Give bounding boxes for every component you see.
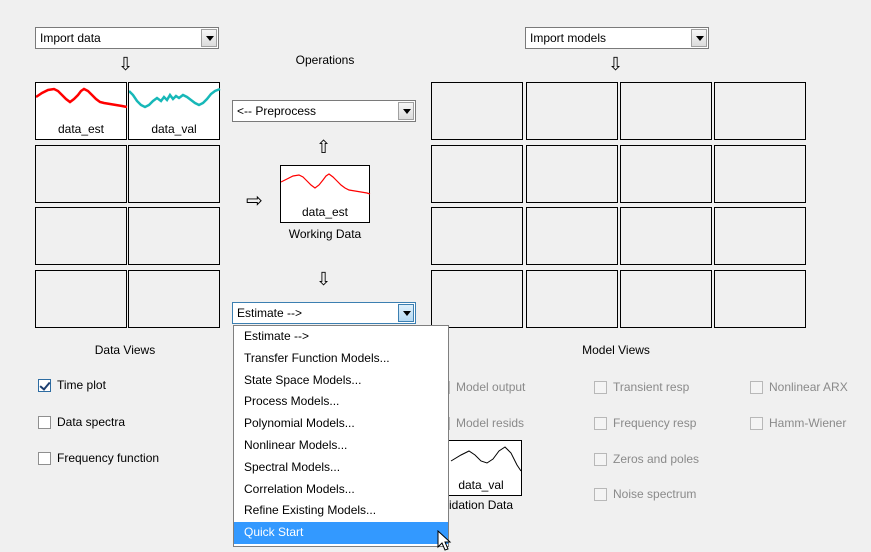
import-data-value: Import data <box>40 31 101 45</box>
working-data-signal-icon <box>281 173 371 195</box>
time-plot-checkbox[interactable] <box>38 378 51 392</box>
data-tile-empty[interactable] <box>128 207 220 265</box>
time-plot-checkbox-row[interactable]: Time plot <box>38 376 106 394</box>
model-tile-empty[interactable] <box>714 207 806 265</box>
model-tile-empty[interactable] <box>620 145 712 203</box>
data-tile-empty[interactable] <box>35 207 127 265</box>
data-spectra-checkbox[interactable] <box>38 415 51 429</box>
model-views-title: Model Views <box>582 343 650 357</box>
data-tile-data-est[interactable]: data_est <box>35 82 128 140</box>
checkbox-label: Frequency function <box>57 451 160 465</box>
zeros-and-poles-checkbox-row[interactable]: Zeros and poles <box>594 450 699 468</box>
model-resids-checkbox-row[interactable]: Model resids <box>437 414 524 432</box>
model-tile-empty[interactable] <box>431 145 523 203</box>
arrow-down-icon: ⇩ <box>316 269 332 289</box>
checkbox-label: Model resids <box>456 416 525 430</box>
checkbox-label: Transient resp <box>613 380 690 394</box>
data-est-signal-icon <box>36 87 128 109</box>
preprocess-dropdown[interactable]: <-- Preprocess <box>232 100 416 122</box>
data-tile-empty[interactable] <box>128 270 220 328</box>
frequency-function-checkbox-row[interactable]: Frequency function <box>38 449 159 467</box>
data-tile-empty[interactable] <box>35 145 127 203</box>
menu-item-process-models[interactable]: Process Models... <box>234 391 448 413</box>
nonlinear-arx-checkbox-row[interactable]: Nonlinear ARX <box>750 378 848 396</box>
estimate-value: Estimate --> <box>237 306 303 320</box>
frequency-resp-checkbox-row[interactable]: Frequency resp <box>594 414 696 432</box>
transient-resp-checkbox[interactable] <box>594 380 607 394</box>
menu-item-refine-existing-models[interactable]: Refine Existing Models... <box>234 500 448 522</box>
checkbox-label: Hamm-Wiener <box>769 416 847 430</box>
data-spectra-checkbox-row[interactable]: Data spectra <box>38 413 125 431</box>
nonlinear-arx-checkbox[interactable] <box>750 380 763 394</box>
frequency-function-checkbox[interactable] <box>38 451 51 465</box>
menu-item-estimate[interactable]: Estimate --> <box>234 326 448 348</box>
zeros-and-poles-checkbox[interactable] <box>594 452 607 466</box>
menu-item-quick-start[interactable]: Quick Start <box>234 522 448 544</box>
noise-spectrum-checkbox[interactable] <box>594 487 607 501</box>
arrow-down-icon: ⇩ <box>118 54 134 74</box>
model-tile-empty[interactable] <box>620 82 712 140</box>
menu-item-polynomial-models[interactable]: Polynomial Models... <box>234 413 448 435</box>
chevron-down-icon[interactable] <box>201 29 217 47</box>
preprocess-value: <-- Preprocess <box>237 104 317 118</box>
working-data-label: data_est <box>301 205 349 219</box>
hamm-wiener-checkbox-row[interactable]: Hamm-Wiener <box>750 414 846 432</box>
working-data-caption: Working Data <box>288 227 362 241</box>
checkbox-label: Zeros and poles <box>613 452 700 466</box>
checkbox-label: Frequency resp <box>613 416 697 430</box>
model-tile-empty[interactable] <box>526 145 618 203</box>
menu-item-correlation-models[interactable]: Correlation Models... <box>234 479 448 501</box>
menu-item-spectral-models[interactable]: Spectral Models... <box>234 457 448 479</box>
estimate-menu[interactable]: Estimate --> Transfer Function Models...… <box>233 325 449 547</box>
import-models-value: Import models <box>530 31 607 45</box>
chevron-down-icon[interactable] <box>691 29 707 47</box>
model-tile-empty[interactable] <box>620 270 712 328</box>
noise-spectrum-checkbox-row[interactable]: Noise spectrum <box>594 485 696 503</box>
import-models-dropdown[interactable]: Import models <box>525 27 709 49</box>
operations-title: Operations <box>295 53 355 67</box>
transient-resp-checkbox-row[interactable]: Transient resp <box>594 378 689 396</box>
model-output-checkbox-row[interactable]: Model output <box>437 378 525 396</box>
data-tile-empty[interactable] <box>128 145 220 203</box>
checkbox-label: Nonlinear ARX <box>769 380 848 394</box>
data-views-title: Data Views <box>94 343 156 357</box>
model-tile-empty[interactable] <box>714 270 806 328</box>
validation-data-label: data_val <box>458 478 504 492</box>
model-tile-empty[interactable] <box>431 270 523 328</box>
arrow-right-icon: ⇨ <box>246 190 263 212</box>
estimate-dropdown[interactable]: Estimate --> <box>232 302 416 324</box>
menu-item-transfer-function-models[interactable]: Transfer Function Models... <box>234 348 448 370</box>
checkbox-label: Time plot <box>57 378 106 392</box>
data-tile-label: data_val <box>151 122 197 136</box>
data-tile-empty[interactable] <box>35 270 127 328</box>
model-tile-empty[interactable] <box>431 207 523 265</box>
arrow-up-icon: ⇧ <box>316 137 332 157</box>
model-tile-empty[interactable] <box>526 207 618 265</box>
model-tile-empty[interactable] <box>714 145 806 203</box>
checkbox-label: Data spectra <box>57 415 126 429</box>
chevron-down-icon[interactable] <box>398 102 414 120</box>
checkbox-label: Noise spectrum <box>613 487 697 501</box>
data-tile-label: data_est <box>57 122 105 136</box>
data-val-signal-icon <box>129 87 221 109</box>
arrow-down-icon: ⇩ <box>608 54 624 74</box>
menu-item-state-space-models[interactable]: State Space Models... <box>234 370 448 392</box>
model-tile-empty[interactable] <box>431 82 523 140</box>
frequency-resp-checkbox[interactable] <box>594 416 607 430</box>
working-data-tile[interactable]: data_est <box>280 165 371 223</box>
data-tile-data-val[interactable]: data_val <box>128 82 221 140</box>
model-tile-empty[interactable] <box>620 207 712 265</box>
model-tile-empty[interactable] <box>526 270 618 328</box>
model-tile-empty[interactable] <box>526 82 618 140</box>
validation-data-caption: idation Data <box>449 498 514 512</box>
hamm-wiener-checkbox[interactable] <box>750 416 763 430</box>
chevron-down-icon[interactable] <box>398 304 414 322</box>
checkbox-label: Model output <box>456 380 526 394</box>
menu-item-nonlinear-models[interactable]: Nonlinear Models... <box>234 435 448 457</box>
import-data-dropdown[interactable]: Import data <box>35 27 219 49</box>
model-tile-empty[interactable] <box>714 82 806 140</box>
mouse-cursor-icon <box>437 530 452 551</box>
